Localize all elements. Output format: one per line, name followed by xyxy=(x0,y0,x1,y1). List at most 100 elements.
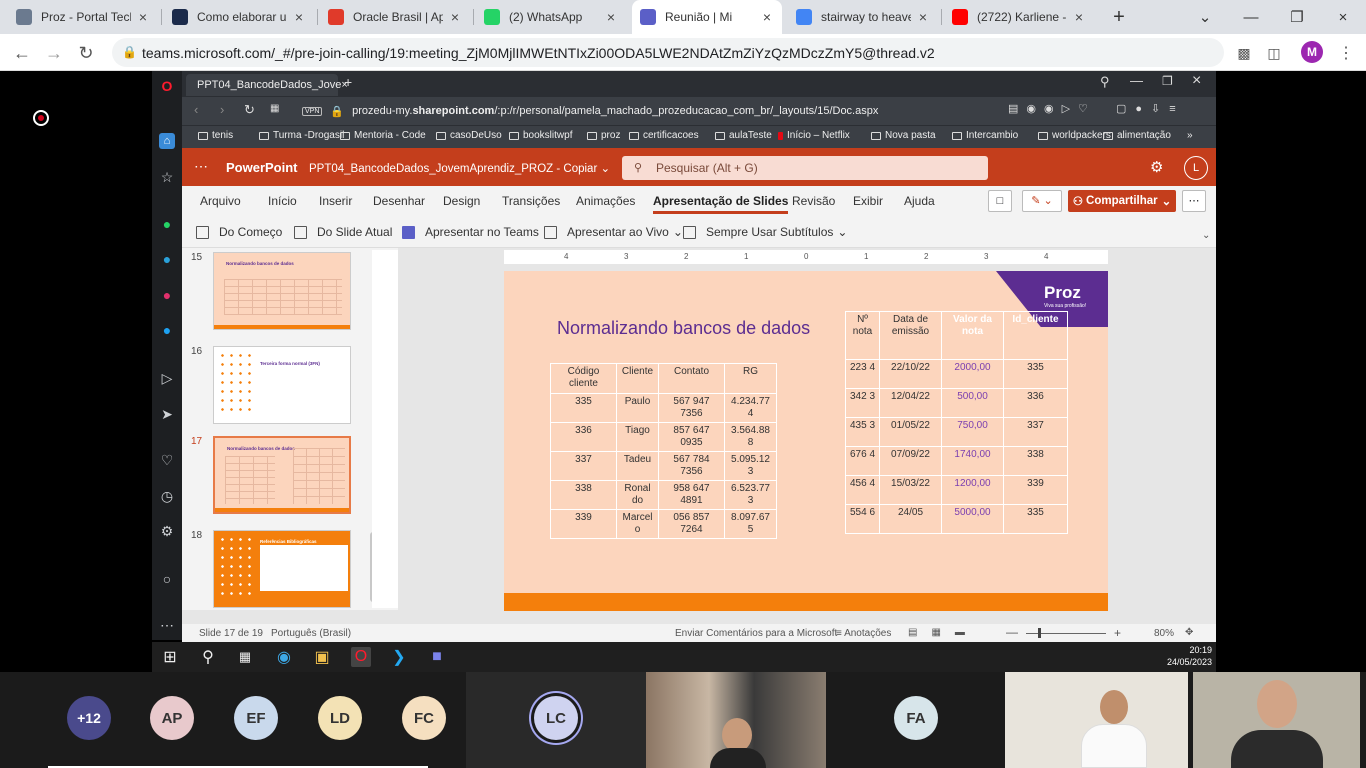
participant-avatar[interactable]: LC xyxy=(534,696,578,740)
ribbon-tab[interactable]: Revisão xyxy=(792,194,835,208)
more-bookmarks-icon[interactable]: » xyxy=(1187,130,1193,141)
ribbon-tab[interactable]: Desenhar xyxy=(373,194,425,208)
home-icon[interactable]: ⌂ xyxy=(159,133,175,149)
vscode-icon[interactable]: ❯ xyxy=(389,647,409,667)
forward-icon[interactable]: → xyxy=(40,39,68,67)
ribbon-command[interactable]: Apresentar ao Vivo ⌄ xyxy=(544,225,683,239)
player-icon[interactable]: ▷ xyxy=(159,370,175,386)
browser-tab[interactable]: Como elaborar um × xyxy=(164,0,314,34)
participant-video-2[interactable] xyxy=(1005,672,1188,768)
sidepanel-icon[interactable]: ◫ xyxy=(1260,39,1288,67)
close-icon[interactable]: × xyxy=(916,9,930,25)
bookmark-item[interactable]: bookslitwpf xyxy=(509,130,572,141)
address-actions-icons[interactable]: ▤◉◉▷♡ xyxy=(1008,102,1096,115)
ribbon-command[interactable]: Do Começo xyxy=(196,225,282,239)
search-tabs-icon[interactable]: ⚲ xyxy=(1100,74,1110,90)
ribbon-tab[interactable]: Animações xyxy=(576,194,635,208)
search-icon[interactable]: ⚲ xyxy=(198,647,218,667)
taskbar-clock[interactable]: 20:19 24/05/2023 xyxy=(1167,644,1212,668)
reload-icon[interactable]: ↻ xyxy=(244,102,255,118)
bookmark-item[interactable]: Nova pasta xyxy=(871,130,936,141)
heart-icon[interactable]: ♡ xyxy=(159,452,175,468)
bookmark-item[interactable]: worldpackers xyxy=(1038,130,1111,141)
browser-tab[interactable]: Oracle Brasil | Ap × xyxy=(320,0,470,34)
participant-video-1[interactable] xyxy=(646,672,826,768)
slide-thumbnail[interactable]: Normalizando bancos de dados xyxy=(213,436,351,514)
edit-mode-button[interactable]: ✎ ⌄ xyxy=(1022,190,1062,212)
ribbon-tab[interactable]: Inserir xyxy=(319,194,352,208)
teams-taskbar-icon[interactable]: ■ xyxy=(427,647,447,667)
close-icon[interactable]: × xyxy=(604,9,618,25)
opera-url[interactable]: VPN 🔒 prozedu-my. sharepoint.com/:p:/r/pe… xyxy=(302,101,992,121)
bookmark-item[interactable]: Mentoria - Code xyxy=(340,130,426,141)
new-tab-icon[interactable]: + xyxy=(344,74,352,90)
opera-logo-icon[interactable]: O xyxy=(159,78,175,94)
maximize-icon[interactable]: ❐ xyxy=(1162,74,1173,88)
task-view-icon[interactable]: ▦ xyxy=(235,647,255,667)
bookmark-item[interactable]: proz xyxy=(587,130,620,141)
participant-avatar[interactable]: FC xyxy=(402,696,446,740)
slide-thumbnail[interactable]: Terceira forma normal (3FN) xyxy=(213,346,351,424)
send-icon[interactable]: ➤ xyxy=(159,406,175,422)
lightbulb-icon[interactable]: ○ xyxy=(159,571,175,587)
close-icon[interactable]: × xyxy=(1072,9,1086,25)
close-window-icon[interactable]: × xyxy=(1320,0,1366,34)
ribbon-tab[interactable]: Design xyxy=(443,194,480,208)
participant-video-3[interactable] xyxy=(1193,672,1360,768)
notes-button[interactable]: ≡ Anotações xyxy=(836,628,891,639)
cast-icon[interactable]: ▩ xyxy=(1230,39,1258,67)
language-indicator[interactable]: Português (Brasil) xyxy=(271,628,351,639)
close-window-icon[interactable]: × xyxy=(1192,72,1201,90)
minimize-icon[interactable]: — xyxy=(1228,0,1274,34)
view-buttons-icons[interactable]: ▤▦▬ xyxy=(908,627,979,638)
collapse-ribbon-icon[interactable]: ⌄ xyxy=(1202,230,1210,241)
bookmark-item[interactable]: aulaTeste xyxy=(715,130,772,141)
maximize-icon[interactable]: ❐ xyxy=(1274,0,1320,34)
vpn-badge[interactable]: VPN xyxy=(302,106,323,116)
browser-tab[interactable]: stairway to heave × xyxy=(788,0,938,34)
ribbon-tab[interactable]: Início xyxy=(268,194,297,208)
whatsapp-icon[interactable]: ● xyxy=(159,216,175,232)
grid-icon[interactable]: ▦ xyxy=(270,103,279,114)
zoom-level[interactable]: 80% xyxy=(1154,628,1174,639)
bookmark-item[interactable]: alimentação xyxy=(1103,130,1171,141)
settings-icon[interactable]: ⚙ xyxy=(159,523,175,539)
zoom-in-icon[interactable]: + xyxy=(1114,626,1121,640)
minimize-icon[interactable]: — xyxy=(1130,73,1143,88)
close-icon[interactable]: × xyxy=(760,9,774,25)
bookmark-item[interactable]: Intercambio xyxy=(952,130,1018,141)
browser-tab[interactable]: Proz - Portal Tech × xyxy=(8,0,158,34)
reload-icon[interactable]: ↻ xyxy=(72,39,100,67)
instagram-icon[interactable]: ● xyxy=(159,287,175,303)
close-icon[interactable]: × xyxy=(292,9,306,25)
gear-icon[interactable]: ⚙ xyxy=(1150,158,1163,176)
ribbon-command[interactable]: Sempre Usar Subtítulos ⌄ xyxy=(683,225,847,239)
ribbon-command[interactable]: Apresentar no Teams xyxy=(402,225,539,239)
new-tab-icon[interactable]: + xyxy=(1096,0,1142,34)
browser-tab[interactable]: Reunião | Mi × xyxy=(632,0,782,34)
opera-taskbar-icon[interactable]: O xyxy=(351,647,371,667)
browser-tab[interactable]: (2) WhatsApp × xyxy=(476,0,626,34)
extensions-icons[interactable]: ▢●⇩≡ xyxy=(1116,102,1185,115)
back-icon[interactable]: ← xyxy=(8,39,36,67)
document-title[interactable]: PPT04_BancodeDados_JovemAprendiz_PROZ - … xyxy=(309,161,610,175)
app-launcher-icon[interactable]: ⋯ xyxy=(194,158,208,175)
menu-dots-icon[interactable]: ⋮ xyxy=(1332,39,1360,67)
participant-avatar[interactable]: AP xyxy=(150,696,194,740)
ribbon-command[interactable]: Do Slide Atual xyxy=(294,225,392,239)
star-icon[interactable]: ☆ xyxy=(159,169,175,185)
url-field[interactable]: 🔒 teams.microsoft.com/_#/pre-join-callin… xyxy=(112,38,1224,67)
bookmark-item[interactable]: Início – Netflix xyxy=(778,130,850,141)
zoom-thumb[interactable] xyxy=(1038,628,1041,638)
ribbon-tab[interactable]: Exibir xyxy=(853,194,883,208)
comment-icon[interactable]: □ xyxy=(988,190,1012,212)
more-icon[interactable]: ⋯ xyxy=(159,617,175,633)
close-icon[interactable]: × xyxy=(448,9,462,25)
bookmark-item[interactable]: Turma -Drogasil xyxy=(259,130,344,141)
zoom-out-icon[interactable]: — xyxy=(1006,625,1018,639)
participant-avatar[interactable]: LD xyxy=(318,696,362,740)
participant-avatar[interactable]: EF xyxy=(234,696,278,740)
bookmark-item[interactable]: casoDeUso xyxy=(436,130,502,141)
opera-tab[interactable]: PPT04_BancodeDados_Jove × xyxy=(186,74,348,96)
feedback-link[interactable]: Enviar Comentários para a Microsoft xyxy=(675,628,837,639)
